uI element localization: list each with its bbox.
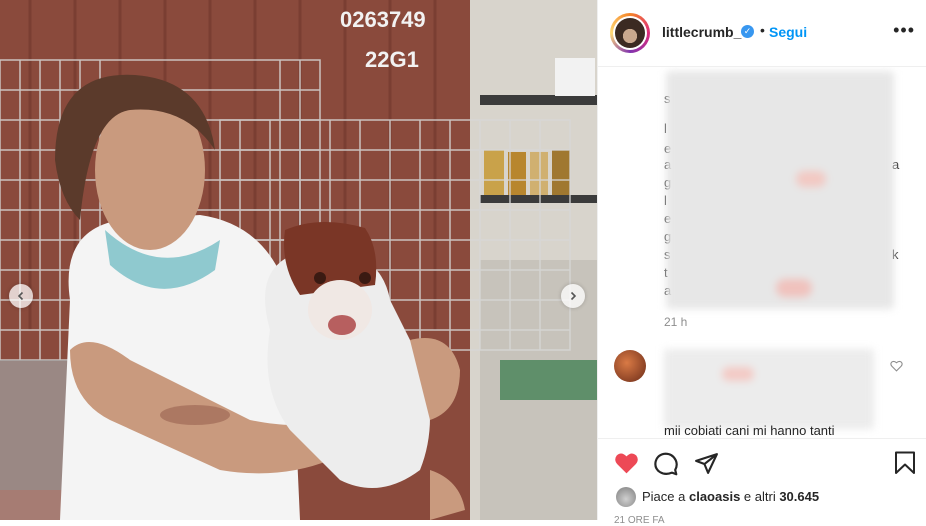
next-photo-button[interactable]: [561, 284, 585, 308]
comment-like-heart-icon[interactable]: [890, 360, 903, 372]
likes-summary[interactable]: Piace a claoasis e altri 30.645: [642, 489, 819, 504]
liker-username[interactable]: claoasis: [689, 489, 740, 504]
verified-icon: ✓: [741, 25, 754, 38]
comment-text-cut: mii cobiati cani mi hanno tanti: [664, 423, 835, 438]
post-header: littlecrumb_ ✓ • Segui •••: [598, 0, 926, 67]
likes-prefix: Piace a: [642, 489, 689, 504]
prev-photo-button[interactable]: [9, 284, 33, 308]
blurred-caption: [666, 71, 894, 309]
likes-count[interactable]: 30.645: [779, 489, 819, 504]
comments-list[interactable]: s l e a g l e g s t a a k 21 h mii cobia…: [598, 67, 926, 438]
username-link[interactable]: littlecrumb_: [662, 24, 741, 40]
commenter-avatar[interactable]: [614, 350, 646, 382]
blurred-comment: [664, 349, 874, 429]
post-panel: littlecrumb_ ✓ • Segui ••• s l e a g l e…: [597, 0, 926, 526]
post-photo[interactable]: 0263749 22G1: [0, 0, 597, 520]
post-date: 21 ORE FA: [614, 515, 665, 526]
follow-button[interactable]: Segui: [769, 24, 807, 40]
comment-icon[interactable]: [653, 451, 679, 477]
container-code-2: 22G1: [365, 47, 419, 72]
chevron-right-icon: [570, 291, 577, 301]
heart-icon[interactable]: [614, 451, 639, 475]
liker-avatar[interactable]: [616, 487, 636, 507]
likes-middle: e altri: [740, 489, 780, 504]
separator-dot: •: [760, 22, 765, 38]
photo-image: 0263749 22G1: [0, 0, 597, 520]
more-icon[interactable]: •••: [893, 20, 915, 41]
share-icon[interactable]: [694, 451, 719, 476]
caption-timestamp[interactable]: 21 h: [664, 315, 687, 329]
profile-avatar[interactable]: [610, 13, 650, 53]
bookmark-icon[interactable]: [894, 451, 916, 475]
action-bar: Piace a claoasis e altri 30.645 21 ORE F…: [598, 438, 926, 526]
chevron-left-icon: [17, 291, 24, 301]
container-code-1: 0263749: [340, 7, 426, 32]
